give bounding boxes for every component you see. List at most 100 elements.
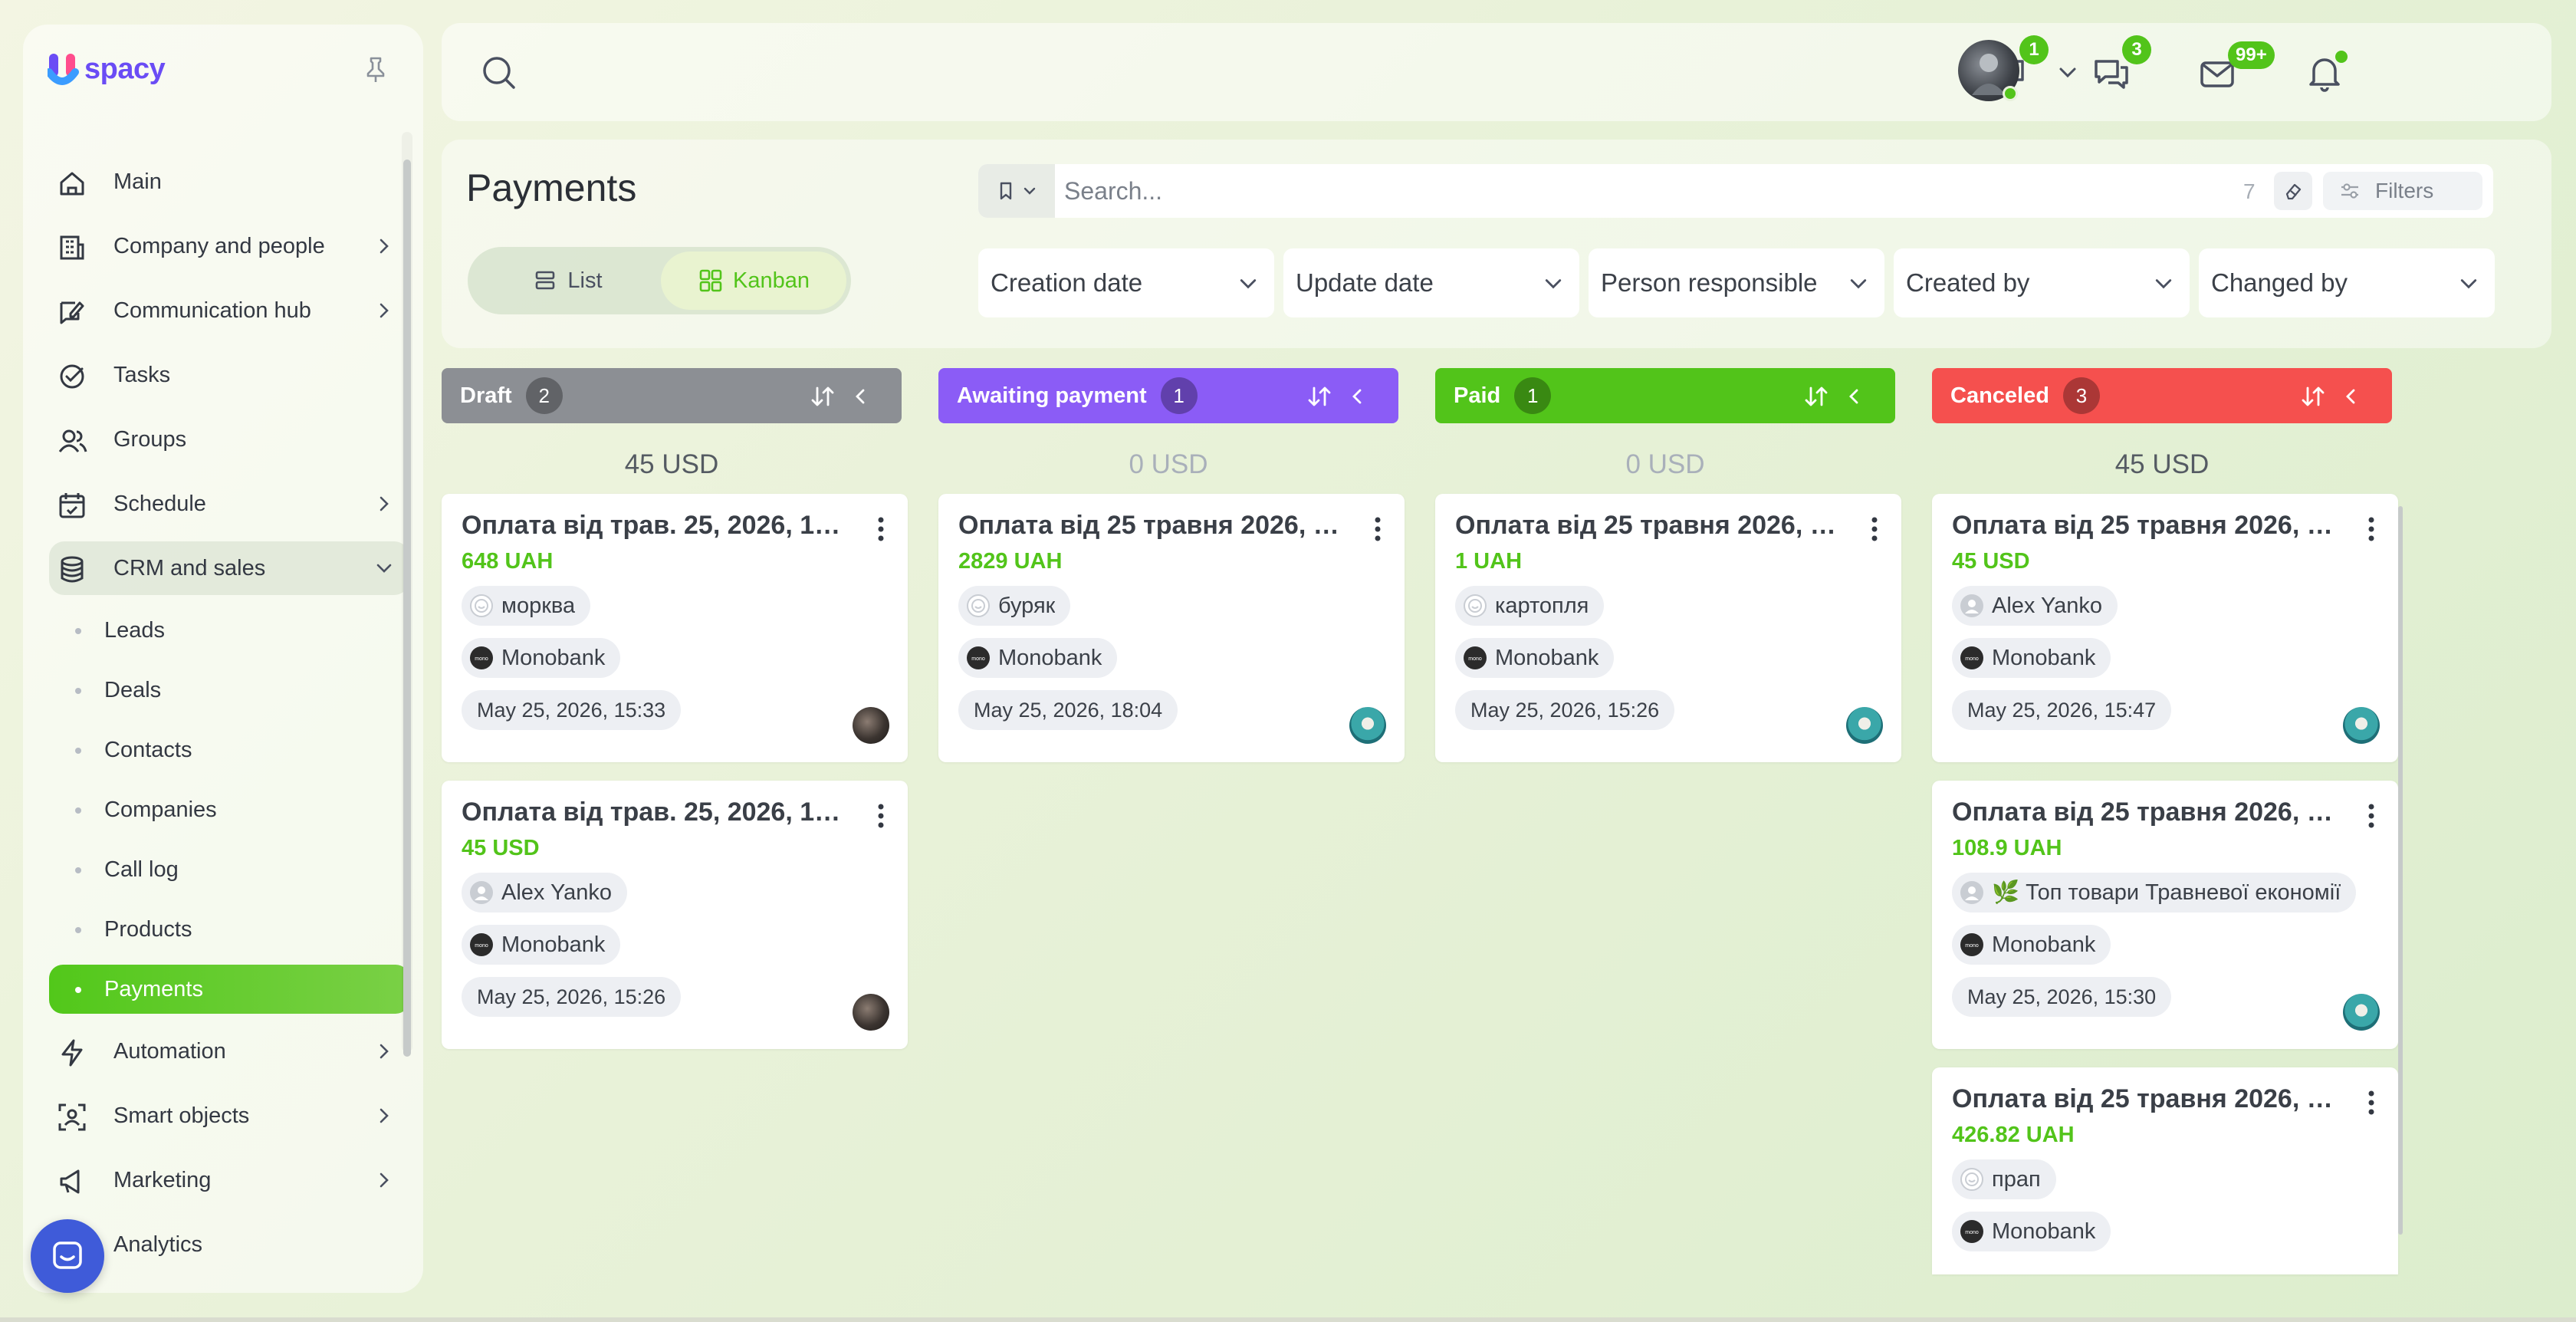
sidebar-subitem-companies[interactable]: Companies	[49, 785, 409, 834]
view-list-label: List	[567, 268, 603, 293]
contact-chip[interactable]: картопля	[1455, 586, 1605, 626]
support-chat-button[interactable]	[31, 1219, 104, 1293]
bank-chip[interactable]: mono Monobank	[462, 925, 621, 965]
chevron-left-icon[interactable]	[1845, 386, 1865, 406]
chevron-left-icon[interactable]	[1348, 386, 1368, 406]
contact-name: Alex Yanko	[1992, 593, 2103, 618]
filters-button[interactable]: Filters	[2323, 172, 2482, 210]
sidebar-item-crm-and-sales[interactable]: CRM and sales	[49, 541, 409, 595]
column-header[interactable]: Awaiting payment 1	[938, 368, 1398, 423]
sidebar-subitem-label: Products	[104, 916, 192, 942]
contact-chip[interactable]: буряк	[958, 586, 1071, 626]
filter-select-changed-by[interactable]: Changed by	[2199, 248, 2495, 317]
top-bar: 1 3 99+	[442, 23, 2551, 121]
filter-select-creation-date[interactable]: Creation date	[978, 248, 1274, 317]
contact-name: Alex Yanko	[501, 880, 613, 905]
bank-chip[interactable]: mono Monobank	[958, 638, 1118, 678]
sort-icon[interactable]	[1306, 383, 1332, 409]
sidebar-item-smart-objects[interactable]: Smart objects	[49, 1089, 409, 1143]
sidebar-item-label: CRM and sales	[113, 555, 266, 580]
column-header[interactable]: Paid 1	[1435, 368, 1895, 423]
sidebar-item-automation[interactable]: Automation	[49, 1024, 409, 1078]
contact-chip[interactable]: прап	[1952, 1159, 2056, 1199]
bank-chip[interactable]: mono Monobank	[1455, 638, 1615, 678]
more-vertical-icon[interactable]	[1374, 514, 1382, 544]
responsible-avatar[interactable]	[2343, 994, 2380, 1031]
filter-select-person-responsible[interactable]: Person responsible	[1589, 248, 1884, 317]
contact-avatar-icon	[470, 881, 493, 904]
payment-card[interactable]: Оплата від трав. 25, 2026, 15:33 648 UAH м…	[442, 494, 908, 762]
contact-chip[interactable]: Alex Yanko	[1952, 586, 2118, 626]
card-title: Оплата від 25 травня 2026, 15:20	[1952, 1084, 2335, 1113]
sidebar-item-tasks[interactable]: Tasks	[49, 348, 409, 402]
page-title: Payments	[466, 166, 637, 209]
sidebar-subitem-deals[interactable]: Deals	[49, 666, 409, 715]
pin-icon[interactable]	[360, 54, 391, 84]
sidebar-item-marketing[interactable]: Marketing	[49, 1153, 409, 1207]
sidebar-item-label: Tasks	[113, 362, 171, 387]
more-vertical-icon[interactable]	[877, 801, 885, 831]
sort-icon[interactable]	[2300, 383, 2326, 409]
logo-text: spacy	[84, 52, 166, 85]
column-cards: Оплата від 25 травня 2026, 15:26 1 UAH кар…	[1435, 494, 1901, 762]
filter-select-created-by[interactable]: Created by	[1894, 248, 2190, 317]
contact-chip[interactable]: морква	[462, 586, 591, 626]
sort-icon[interactable]	[810, 383, 836, 409]
payment-card[interactable]: Оплата від трав. 25, 2026, 15:26 45 USD Al…	[442, 781, 908, 1049]
app-logo[interactable]: spacy	[48, 51, 166, 87]
sidebar-subitem-call-log[interactable]: Call log	[49, 845, 409, 894]
sidebar-subitem-payments[interactable]: Payments	[49, 965, 409, 1014]
payment-card[interactable]: Оплата від 25 травня 2026, 15:20 426.82 U…	[1932, 1067, 2398, 1274]
clear-search-button[interactable]	[2274, 172, 2312, 210]
payment-card[interactable]: Оплата від 25 травня 2026, 15:26 1 UAH кар…	[1435, 494, 1901, 762]
sidebar-subitem-products[interactable]: Products	[49, 905, 409, 954]
search-input[interactable]	[1064, 175, 2214, 207]
search-icon[interactable]	[478, 52, 520, 94]
payment-card[interactable]: Оплата від 25 травня 2026, 18:04 2829 UAH…	[938, 494, 1405, 762]
payment-card[interactable]: Оплата від 25 травня 2026, 15:47 45 USD Al…	[1932, 494, 2398, 762]
sidebar-item-company-and-people[interactable]: Company and people	[49, 219, 409, 273]
chevron-down-icon[interactable]	[2055, 60, 2081, 86]
bank-chip[interactable]: mono Monobank	[1952, 925, 2111, 965]
sidebar-subitem-leads[interactable]: Leads	[49, 606, 409, 655]
sidebar-item-label: Automation	[113, 1038, 226, 1064]
more-vertical-icon[interactable]	[2367, 514, 2375, 544]
chevron-left-icon[interactable]	[851, 386, 871, 406]
responsible-avatar[interactable]	[853, 994, 889, 1031]
filter-select-update-date[interactable]: Update date	[1283, 248, 1579, 317]
chevron-left-icon[interactable]	[2341, 386, 2361, 406]
search-bar: 7 Filters	[978, 164, 2493, 218]
contact-chip[interactable]: Alex Yanko	[462, 873, 628, 913]
view-list-button[interactable]: List	[475, 252, 659, 310]
column-header[interactable]: Canceled 3	[1932, 368, 2392, 423]
contact-chip[interactable]: 🌿 Топ товари Травневої економії	[1952, 873, 2357, 913]
column-header[interactable]: Draft 2	[442, 368, 902, 423]
sidebar-subitem-contacts[interactable]: Contacts	[49, 725, 409, 774]
responsible-avatar[interactable]	[1349, 707, 1386, 744]
sidebar-scroll-thumb[interactable]	[403, 159, 411, 1057]
bank-chip[interactable]: mono Monobank	[462, 638, 621, 678]
view-kanban-button[interactable]: Kanban	[661, 252, 846, 310]
kanban-scrollbar[interactable]	[2398, 506, 2403, 1235]
payment-card[interactable]: Оплата від 25 травня 2026, 15:30 108.9 UA…	[1932, 781, 2398, 1049]
sort-icon[interactable]	[1803, 383, 1829, 409]
responsible-avatar[interactable]	[853, 707, 889, 744]
sidebar-item-schedule[interactable]: Schedule	[49, 477, 409, 531]
sidebar-item-groups[interactable]: Groups	[49, 413, 409, 466]
sidebar-item-communication-hub[interactable]: Communication hub	[49, 284, 409, 337]
responsible-avatar[interactable]	[1846, 707, 1883, 744]
chevron-down-icon	[376, 564, 392, 573]
bank-name: Monobank	[1495, 645, 1599, 670]
date-chip: May 25, 2026, 18:04	[958, 690, 1178, 730]
bank-chip[interactable]: mono Monobank	[1952, 1212, 2111, 1251]
chevron-down-icon	[2460, 279, 2477, 289]
more-vertical-icon[interactable]	[2367, 1087, 2375, 1118]
saved-filters-button[interactable]	[978, 164, 1055, 218]
filter-select-label: Creation date	[991, 268, 1143, 297]
more-vertical-icon[interactable]	[2367, 801, 2375, 831]
more-vertical-icon[interactable]	[877, 514, 885, 544]
responsible-avatar[interactable]	[2343, 707, 2380, 744]
sidebar-item-main[interactable]: Main	[49, 155, 409, 209]
more-vertical-icon[interactable]	[1871, 514, 1878, 544]
bank-chip[interactable]: mono Monobank	[1952, 638, 2111, 678]
